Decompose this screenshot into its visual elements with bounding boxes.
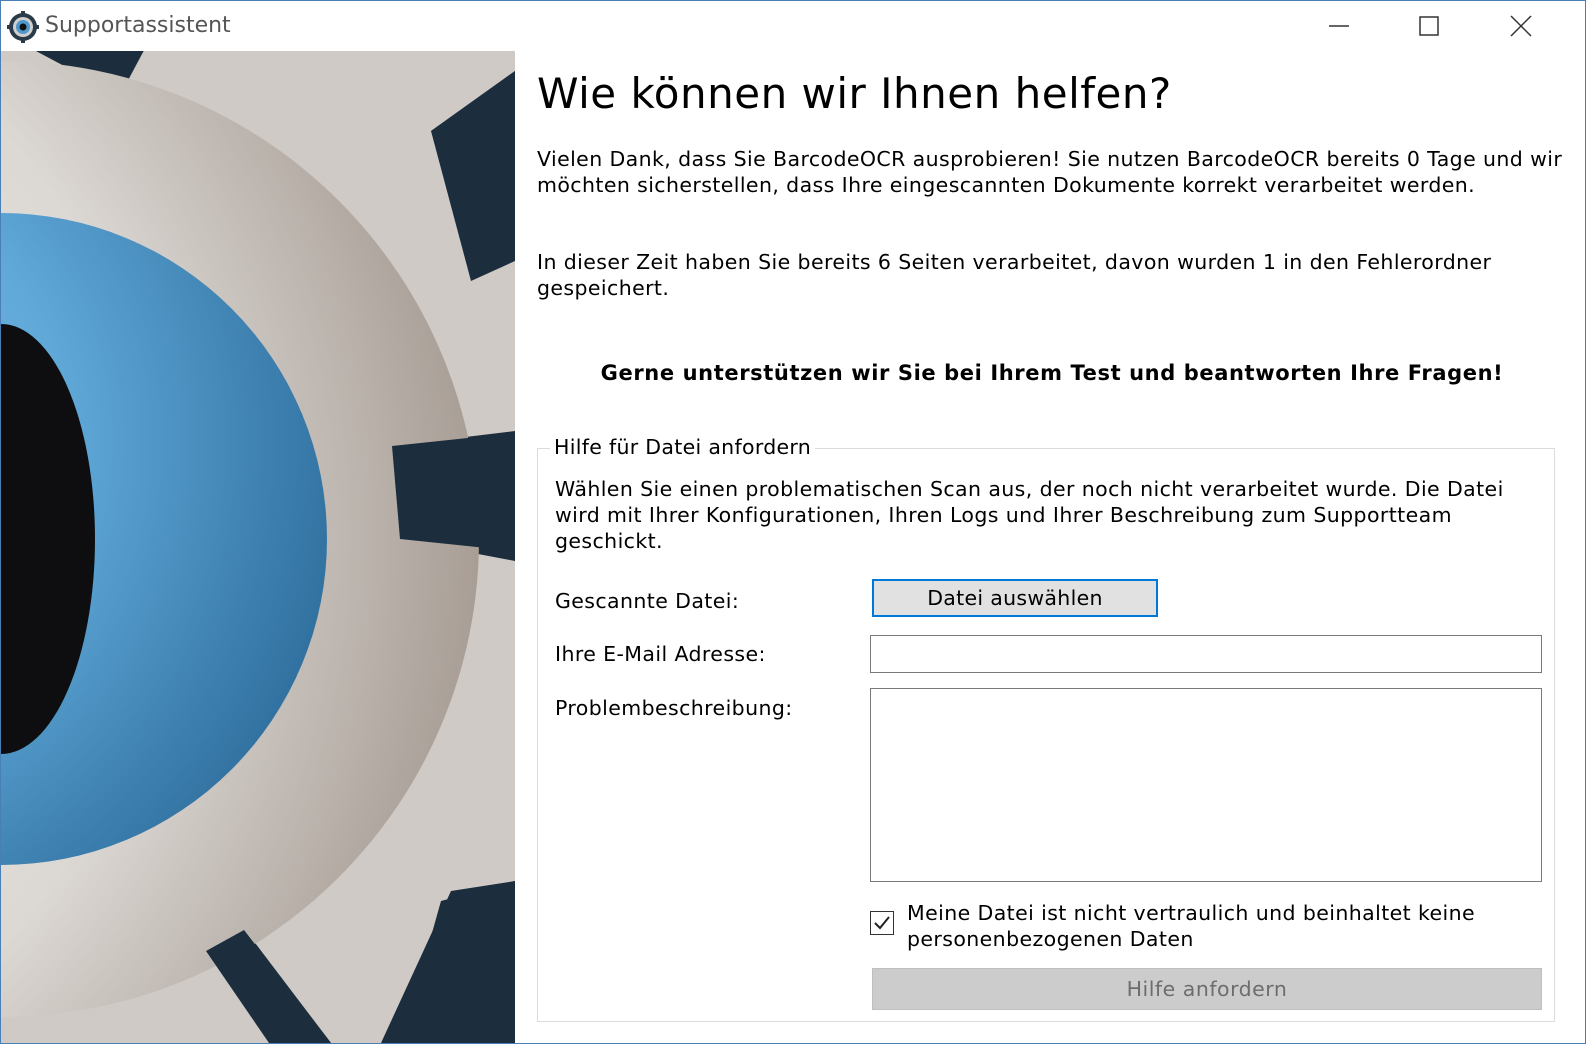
close-icon (1510, 15, 1532, 37)
choose-file-button[interactable]: Datei auswählen (872, 579, 1158, 617)
confidential-checkbox-label[interactable]: Meine Datei ist nicht vertraulich und be… (907, 900, 1547, 952)
minimize-icon (1329, 25, 1349, 27)
checkmark-icon (874, 916, 890, 930)
maximize-button[interactable] (1384, 1, 1474, 51)
support-assistant-window: Supportassistent Wie können wir Ihnen he… (0, 0, 1586, 1044)
problem-description-field[interactable] (870, 688, 1542, 882)
stats-text: In dieser Zeit haben Sie bereits 6 Seite… (537, 250, 1499, 300)
main-content: Wie können wir Ihnen helfen? Vielen Dank… (515, 51, 1585, 1043)
intro-text: Vielen Dank, dass Sie BarcodeOCR ausprob… (537, 147, 1570, 197)
group-legend: Hilfe für Datei anfordern (550, 435, 816, 459)
group-description: Wählen Sie einen problematischen Scan au… (555, 477, 1504, 553)
title-bar[interactable]: Supportassistent (1, 1, 1585, 51)
gear-eye-icon (7, 11, 39, 43)
scanned-file-label: Gescannte Datei: (555, 589, 740, 613)
window-title: Supportassistent (45, 13, 231, 38)
request-help-button[interactable]: Hilfe anfordern (872, 968, 1542, 1010)
problem-description-label: Problembeschreibung: (555, 696, 793, 720)
hero-image (1, 51, 515, 1043)
minimize-button[interactable] (1294, 1, 1384, 51)
support-note: Gerne unterstützen wir Sie bei Ihrem Tes… (600, 361, 1504, 385)
gear-eye-illustration (1, 51, 515, 1043)
close-button[interactable] (1476, 1, 1566, 51)
email-label: Ihre E-Mail Adresse: (555, 642, 766, 666)
confidential-checkbox[interactable] (870, 911, 894, 935)
maximize-icon (1419, 16, 1439, 36)
email-field[interactable] (870, 635, 1542, 673)
help-request-group: Hilfe für Datei anfordern Wählen Sie ein… (537, 435, 1555, 1022)
page-title: Wie können wir Ihnen helfen? (537, 69, 1172, 118)
